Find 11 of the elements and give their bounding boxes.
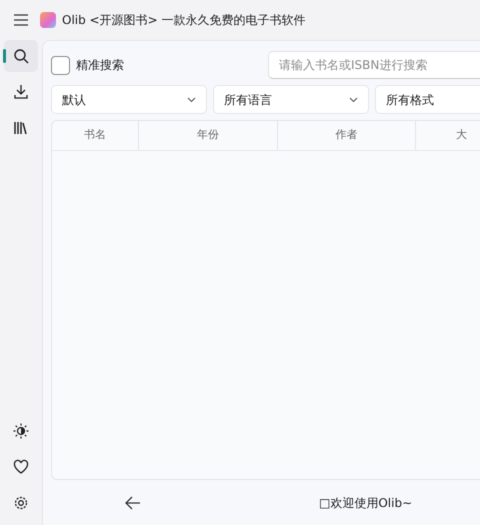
filter-dropdown[interactable]: 默认 xyxy=(51,85,207,114)
filter-dropdown[interactable]: 所有语言 xyxy=(213,85,369,114)
checkbox-label: 精准搜索 xyxy=(76,57,124,74)
column-header[interactable]: 书名 xyxy=(52,121,139,150)
column-header[interactable]: 作者 xyxy=(278,121,416,150)
column-header[interactable]: 大 xyxy=(416,121,480,150)
search-field[interactable]: 请输入书名或ISBN进行搜索 xyxy=(268,51,480,79)
filter-dropdown[interactable]: 所有格式 xyxy=(375,85,480,114)
status-message: □欢迎使用Olib~ xyxy=(319,494,412,512)
column-header[interactable]: 年份 xyxy=(139,121,278,150)
window-title: Olib <开源图书> 一款永久免费的电子书软件 xyxy=(62,12,306,29)
